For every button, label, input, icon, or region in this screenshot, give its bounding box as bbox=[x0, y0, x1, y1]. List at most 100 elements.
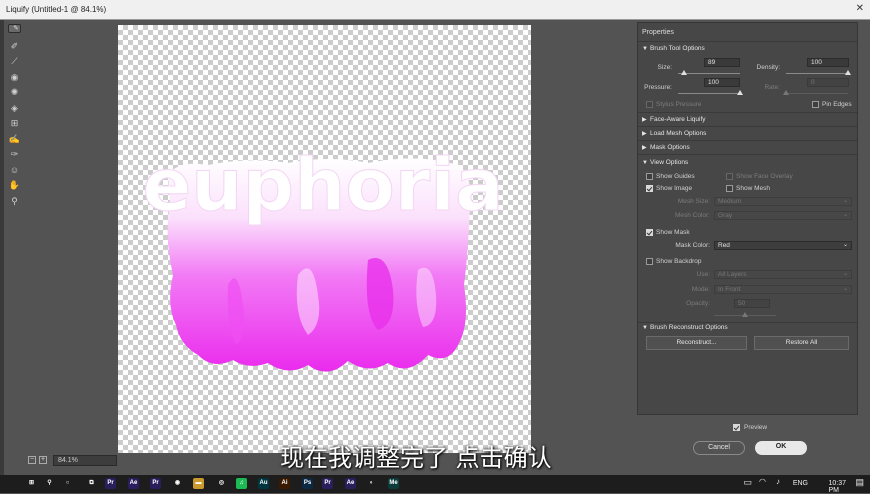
hand-tool[interactable]: ✋ bbox=[8, 179, 21, 191]
after-effects-icon[interactable]: Ae bbox=[128, 478, 139, 489]
section-load-mesh-options[interactable]: ▶ Load Mesh Options bbox=[642, 130, 706, 137]
chevron-down-icon: ⌄ bbox=[842, 286, 848, 292]
pressure-slider-track[interactable] bbox=[678, 93, 740, 94]
photoshop-icon[interactable]: Ps bbox=[302, 478, 313, 489]
show-guides-label: Show Guides bbox=[656, 173, 695, 180]
opacity-slider-knob bbox=[742, 312, 748, 317]
density-slider-knob[interactable] bbox=[845, 70, 851, 75]
mask-color-select[interactable]: Red ⌄ bbox=[714, 241, 852, 250]
folder-icon[interactable]: ▬ bbox=[193, 478, 204, 489]
illustrator-icon[interactable]: Ai bbox=[279, 478, 290, 489]
show-mask-label: Show Mask bbox=[656, 229, 690, 236]
pressure-slider-knob[interactable] bbox=[737, 90, 743, 95]
preview-checkbox[interactable] bbox=[733, 424, 740, 431]
notifications-icon[interactable]: ▤ bbox=[855, 477, 864, 488]
premiere-icon[interactable]: Pr bbox=[105, 478, 116, 489]
reconstruct-tool[interactable]: ✐ bbox=[8, 40, 21, 52]
audition-icon[interactable]: Au bbox=[258, 478, 269, 489]
euphoria-artwork: euphoria bbox=[142, 143, 504, 372]
size-slider-knob[interactable] bbox=[681, 70, 688, 75]
mesh-size-select: Medium ⌄ bbox=[714, 197, 852, 206]
density-input[interactable]: 100 bbox=[807, 58, 849, 67]
language-indicator[interactable]: ENG bbox=[793, 480, 808, 487]
show-guides-checkbox[interactable] bbox=[646, 173, 653, 180]
show-face-overlay-checkbox bbox=[726, 173, 733, 180]
pressure-input[interactable]: 100 bbox=[704, 78, 740, 87]
section-brush-tool-options[interactable]: ▼ Brush Tool Options bbox=[642, 45, 705, 52]
pin-edges-checkbox[interactable] bbox=[812, 101, 819, 108]
pucker-tool[interactable]: ✺ bbox=[8, 86, 21, 98]
cancel-button[interactable]: Cancel bbox=[693, 441, 745, 455]
section-mask-options[interactable]: ▶ Mask Options bbox=[642, 144, 690, 151]
collapse-triangle-icon: ▼ bbox=[642, 160, 648, 166]
section-view-options[interactable]: ▼ View Options bbox=[642, 159, 688, 166]
opacity-input: 50 bbox=[734, 299, 770, 308]
firefox-icon[interactable]: ◐ bbox=[366, 478, 377, 489]
search-icon[interactable]: ⚲ bbox=[44, 478, 55, 489]
battery-icon[interactable]: ▭ bbox=[743, 477, 752, 488]
mesh-color-select: Gray ⌄ bbox=[714, 211, 852, 220]
zoom-tool[interactable]: ⚲ bbox=[8, 195, 21, 207]
reconstruct-button[interactable]: Reconstruct... bbox=[646, 336, 747, 350]
start-icon[interactable]: ⊞ bbox=[26, 478, 37, 489]
size-label: Size: bbox=[657, 64, 672, 71]
zoom-in-button[interactable]: + bbox=[39, 456, 47, 464]
push-left-tool[interactable]: ⊞ bbox=[8, 117, 21, 129]
mode-label: Mode: bbox=[691, 286, 710, 293]
show-mesh-label: Show Mesh bbox=[736, 185, 770, 192]
preview-label: Preview bbox=[744, 424, 768, 431]
mode-select: In Front ⌄ bbox=[714, 285, 852, 294]
premiere-icon-2[interactable]: Pr bbox=[150, 478, 161, 489]
zoom-level-select[interactable]: 84.1% bbox=[53, 455, 117, 466]
spotify-icon[interactable]: ♫ bbox=[236, 478, 247, 489]
show-backdrop-checkbox[interactable] bbox=[646, 258, 653, 265]
thaw-mask-tool[interactable]: ✑ bbox=[8, 148, 21, 160]
app-icon[interactable]: ◎ bbox=[216, 478, 227, 489]
show-image-checkbox[interactable] bbox=[646, 185, 653, 192]
density-label: Density: bbox=[756, 64, 780, 71]
window-titlebar: Liquify (Untitled-1 @ 84.1%) ✕ bbox=[0, 0, 870, 20]
bloat-tool[interactable]: ◈ bbox=[8, 102, 21, 114]
expand-triangle-icon: ▶ bbox=[642, 145, 647, 151]
show-mask-checkbox[interactable] bbox=[646, 229, 653, 236]
media-encoder-icon[interactable]: Me bbox=[388, 478, 399, 489]
premiere-icon-3[interactable]: Pr bbox=[322, 478, 333, 489]
panel-title: Properties bbox=[642, 29, 674, 36]
restore-all-button[interactable]: Restore All bbox=[754, 336, 849, 350]
show-face-overlay-label: Show Face Overlay bbox=[736, 173, 793, 180]
ok-button[interactable]: OK bbox=[755, 441, 807, 455]
density-slider-track[interactable] bbox=[786, 73, 848, 74]
window-title: Liquify (Untitled-1 @ 84.1%) bbox=[6, 5, 107, 14]
after-effects-icon-2[interactable]: Ae bbox=[345, 478, 356, 489]
collapse-triangle-icon: ▼ bbox=[642, 325, 648, 331]
face-tool[interactable]: ☺ bbox=[8, 164, 21, 176]
cortana-icon[interactable]: ○ bbox=[62, 478, 73, 489]
close-icon[interactable]: ✕ bbox=[856, 3, 864, 14]
properties-panel: Properties ▼ Brush Tool Options Size: 89 … bbox=[637, 22, 858, 415]
section-brush-reconstruct-options[interactable]: ▼ Brush Reconstruct Options bbox=[642, 324, 728, 331]
twirl-tool[interactable]: ◉ bbox=[8, 71, 21, 83]
show-mesh-checkbox[interactable] bbox=[726, 185, 733, 192]
wifi-icon[interactable]: ◠ bbox=[759, 477, 766, 486]
chrome-icon[interactable]: ◉ bbox=[172, 478, 183, 489]
pin-edges-label: Pin Edges bbox=[822, 101, 852, 108]
forward-warp-tool[interactable]: ✎ bbox=[8, 24, 21, 33]
collapse-triangle-icon: ▼ bbox=[642, 46, 648, 52]
section-face-aware-liquify[interactable]: ▶ Face-Aware Liquify bbox=[642, 116, 706, 123]
artwork-text: euphoria bbox=[142, 143, 503, 227]
rate-input: 0 bbox=[807, 78, 849, 87]
size-slider-track[interactable] bbox=[678, 73, 740, 74]
liquify-canvas[interactable]: euphoria bbox=[118, 25, 531, 453]
toolbox: ✎ ✐ ⟋ ◉ ✺ ◈ ⊞ ✍ ✑ ☺ ✋ ⚲ bbox=[4, 22, 24, 212]
task-view-icon[interactable]: ⧉ bbox=[86, 478, 97, 489]
chevron-down-icon: ⌄ bbox=[842, 198, 848, 204]
show-image-label: Show Image bbox=[656, 185, 693, 192]
volume-icon[interactable]: ♪ bbox=[776, 477, 780, 486]
clock[interactable]: 10:37 PM bbox=[828, 480, 846, 494]
use-select: All Layers ⌄ bbox=[714, 270, 852, 279]
smooth-tool[interactable]: ⟋ bbox=[8, 55, 21, 67]
size-input[interactable]: 89 bbox=[704, 58, 740, 67]
zoom-out-button[interactable]: − bbox=[28, 456, 36, 464]
freeze-mask-tool[interactable]: ✍ bbox=[8, 133, 21, 145]
dialog-footer: Preview Cancel OK bbox=[637, 415, 858, 475]
